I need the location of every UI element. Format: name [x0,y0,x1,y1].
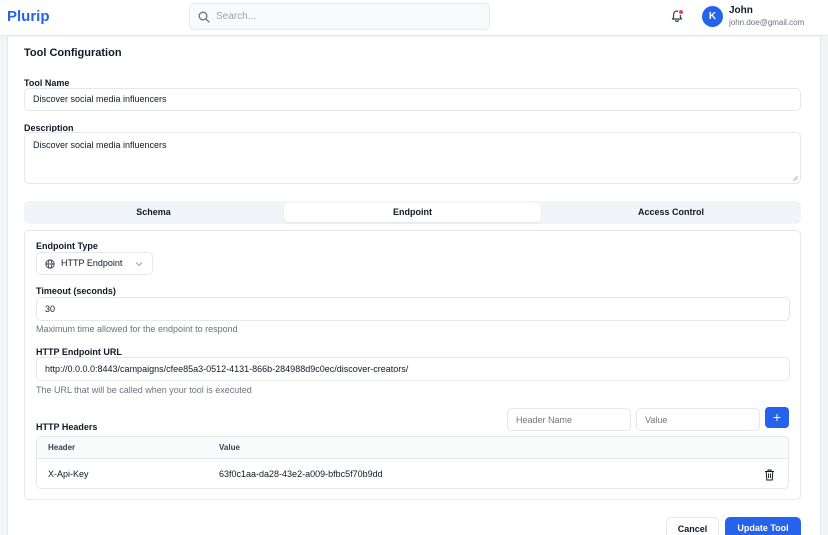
endpoint-type-label: Endpoint Type [36,241,98,251]
plus-icon: + [772,409,782,425]
top-bar: Plurip K John john.doe@gmail.com [0,0,828,36]
url-help-text: The URL that will be called when your to… [36,385,252,395]
search-icon [198,11,210,23]
url-label: HTTP Endpoint URL [36,347,122,357]
tool-name-field[interactable]: Discover social media influencers [24,88,801,111]
resize-handle-icon[interactable] [792,175,798,181]
url-field[interactable]: http://0.0.0.0:8443/campaigns/cfee85a3-0… [36,357,790,381]
add-header-button[interactable]: + [765,407,789,428]
timeout-help-text: Maximum time allowed for the endpoint to… [36,324,238,334]
search-box[interactable] [189,3,490,30]
tab-schema[interactable]: Schema [26,203,281,222]
endpoint-type-value: HTTP Endpoint [61,258,123,268]
description-text: Discover social media influencers [33,140,167,150]
column-header-value: Value [219,443,240,452]
tool-name-label: Tool Name [24,78,70,88]
tab-endpoint[interactable]: Endpoint [284,203,541,222]
header-key-cell: X-Api-Key [48,469,89,479]
description-field[interactable]: Discover social media influencers [24,132,801,184]
tab-list: Schema Endpoint Access Control [24,201,801,224]
trash-icon[interactable] [764,469,775,481]
update-tool-button[interactable]: Update Tool [725,517,801,535]
user-name: John [729,5,753,16]
column-header-header: Header [48,443,76,452]
page-title: Tool Configuration [24,47,122,59]
avatar[interactable]: K [702,6,723,27]
timeout-label: Timeout (seconds) [36,286,116,296]
notification-dot [678,9,684,15]
tool-configuration-card: Tool Configuration Tool Name Discover so… [7,37,821,535]
endpoint-type-select[interactable]: HTTP Endpoint [36,252,153,275]
table-row: X-Api-Key 63f0c1aa-da28-43e2-a009-bfbc5f… [37,460,788,488]
search-input[interactable] [216,4,484,29]
header-value-input[interactable] [636,408,760,431]
chevron-down-icon [135,262,143,267]
header-value-cell: 63f0c1aa-da28-43e2-a009-bfbc5f70b9dd [219,469,383,479]
globe-icon [45,259,55,269]
http-headers-label: HTTP Headers [36,422,98,432]
user-email: john.doe@gmail.com [729,18,805,27]
table-header-row: Header Value [37,437,788,459]
tab-access-control[interactable]: Access Control [543,203,799,222]
header-name-input[interactable] [507,408,631,431]
headers-table: Header Value X-Api-Key 63f0c1aa-da28-43e… [36,436,789,489]
cancel-button[interactable]: Cancel [666,517,719,535]
timeout-field[interactable]: 30 [36,297,790,321]
app-logo[interactable]: Plurip [7,8,50,25]
endpoint-panel: Endpoint Type HTTP Endpoint Timeout (sec… [24,230,801,500]
